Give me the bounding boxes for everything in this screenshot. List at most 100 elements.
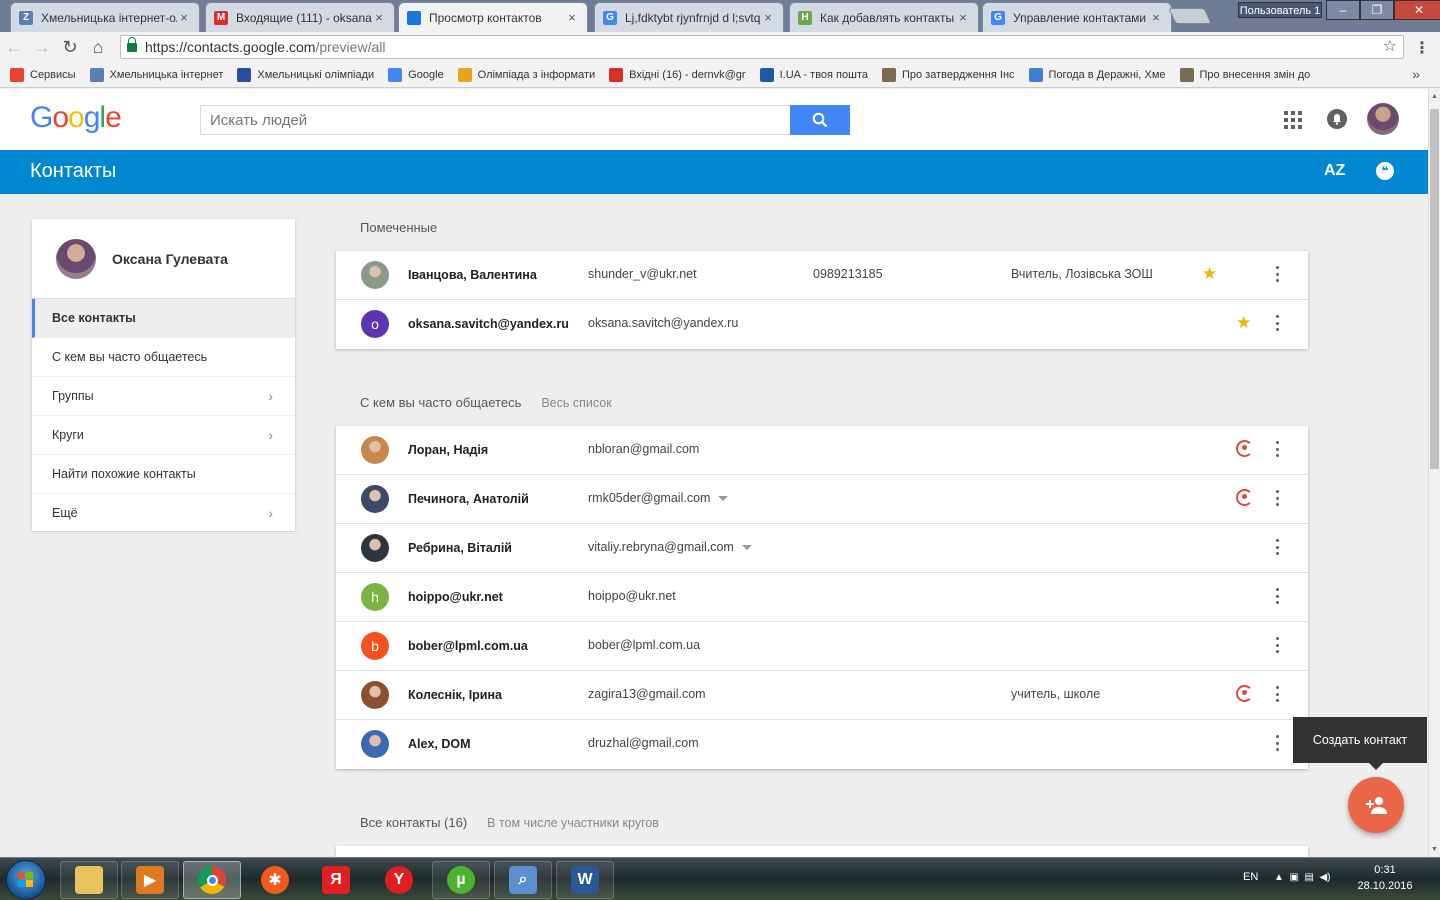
create-contact-button[interactable] — [1348, 777, 1404, 833]
more-options-icon[interactable] — [1276, 266, 1280, 282]
reload-icon[interactable]: ↻ — [56, 37, 84, 58]
contact-row[interactable]: b bober@lpml.com.ua bober@lpml.com.ua — [336, 622, 1308, 671]
tab-close-icon[interactable]: × — [1149, 10, 1163, 25]
taskbar-media-app[interactable]: ✱ — [246, 861, 304, 899]
search-input[interactable] — [200, 105, 790, 135]
contact-row[interactable]: Іванцова, Валентина shunder_v@ukr.net 0989… — [336, 251, 1308, 300]
browser-tab[interactable]: Z Хмельницька інтернет-ол × — [10, 2, 200, 32]
scroll-up-arrow-icon[interactable]: ▲ — [1431, 93, 1438, 100]
scroll-down-arrow-icon[interactable]: ▼ — [1431, 846, 1438, 853]
more-options-icon[interactable] — [1276, 490, 1280, 506]
tab-close-icon[interactable]: × — [177, 10, 191, 25]
taskbar-explorer[interactable] — [60, 861, 118, 899]
close-window-button[interactable]: ✕ — [1394, 0, 1440, 20]
sidebar-item-label: Ещё — [52, 506, 78, 520]
tab-close-icon[interactable]: × — [372, 10, 386, 25]
star-icon[interactable]: ★ — [1202, 264, 1217, 284]
bookmark-item[interactable]: Хмельницькі олімпіади — [237, 67, 374, 82]
start-button[interactable] — [6, 860, 46, 900]
taskbar-search-tool[interactable]: ⌕ — [494, 861, 552, 899]
forward-icon[interactable]: → — [28, 37, 56, 58]
sidebar-item[interactable]: С кем вы часто общаетесь — [32, 338, 295, 377]
system-tray-icons[interactable]: ▲ ▣ ▤ ◀) — [1274, 872, 1330, 883]
browser-tab[interactable]: G Lj,fdktybt rjynfrnjd d l;svtq × — [594, 2, 784, 32]
star-icon[interactable]: ★ — [1236, 313, 1251, 333]
feedback-icon[interactable]: ❝ — [1376, 162, 1394, 180]
more-options-icon[interactable] — [1276, 588, 1280, 604]
more-options-icon[interactable] — [1276, 539, 1280, 555]
contact-row[interactable]: h hoippo@ukr.net hoippo@ukr.net — [336, 573, 1308, 622]
taskbar-clock[interactable]: 0:31 28.10.2016 — [1350, 862, 1420, 894]
more-options-icon[interactable] — [1276, 441, 1280, 457]
more-options-icon[interactable] — [1276, 735, 1280, 751]
clock-time: 0:31 — [1374, 864, 1396, 876]
bookmark-item[interactable]: I.UA - твоя пошта — [759, 67, 868, 82]
bookmark-item[interactable]: Вхідні (16) - dernvk@gr — [609, 67, 746, 82]
more-options-icon[interactable] — [1276, 315, 1280, 331]
browser-tab[interactable]: H Как добавлять контакты в × — [789, 2, 979, 32]
bookmark-star-icon[interactable]: ☆ — [1383, 36, 1397, 56]
contacts-app-bar: Контакты AZ ❝ — [0, 150, 1428, 194]
search-button[interactable] — [790, 105, 850, 135]
account-avatar[interactable] — [1367, 103, 1399, 135]
contact-row[interactable]: Alex, DOM druzhal@gmail.com — [336, 720, 1308, 769]
profile-button[interactable]: Пользователь 1 — [1238, 2, 1322, 18]
include-circles-link[interactable]: В том числе участники кругов — [487, 816, 659, 830]
sidebar-item[interactable]: Найти похожие контакты — [32, 455, 295, 494]
tab-close-icon[interactable]: × — [565, 10, 579, 25]
google-logo[interactable]: Google — [30, 101, 122, 135]
new-tab-button[interactable] — [1168, 8, 1212, 24]
email-dropdown-icon[interactable] — [718, 496, 729, 502]
sort-az-icon[interactable]: AZ — [1324, 162, 1345, 180]
page-scrollbar[interactable]: ▲ ▼ — [1428, 89, 1440, 857]
back-icon[interactable]: ← — [0, 37, 28, 58]
taskbar-media-player[interactable]: ▶ — [121, 861, 179, 899]
chrome-menu-icon[interactable]: ⋮ — [1414, 38, 1430, 58]
browser-tab[interactable]: M Входящие (111) - oksanah × — [205, 2, 395, 32]
bookmark-item[interactable]: Хмельницька інтернет — [89, 67, 223, 82]
browser-tab[interactable]: G Управление контактами - × — [982, 2, 1172, 32]
sidebar-item[interactable]: Ещё › — [32, 494, 295, 533]
bookmark-item[interactable]: Про внесення змін до — [1179, 67, 1310, 82]
tab-close-icon[interactable]: × — [956, 10, 970, 25]
taskbar-yandex[interactable]: Y — [370, 861, 428, 899]
minimize-button[interactable]: – — [1326, 0, 1360, 20]
home-icon[interactable]: ⌂ — [84, 37, 112, 58]
bookmark-item[interactable]: Сервисы — [10, 67, 76, 82]
logo-letter: e — [105, 101, 122, 134]
tab-close-icon[interactable]: × — [761, 10, 775, 25]
contact-row[interactable]: Лоран, Надія nbloran@gmail.com — [336, 426, 1308, 475]
address-bar[interactable]: https://contacts.google.com/preview/all … — [120, 35, 1404, 59]
contact-row[interactable]: o oksana.savitch@yandex.ru oksana.savitch@… — [336, 300, 1308, 349]
user-name: Оксана Гулевата — [112, 250, 228, 267]
more-options-icon[interactable] — [1276, 637, 1280, 653]
bookmark-item[interactable]: Погода в Деражні, Хме — [1028, 67, 1166, 82]
email-dropdown-icon[interactable] — [741, 545, 752, 551]
taskbar-utorrent[interactable]: µ — [432, 861, 490, 899]
bookmark-item[interactable]: Про затвердження Інс — [881, 67, 1015, 82]
all-contacts-heading-text: Все контакты (16) — [360, 815, 468, 830]
more-options-icon[interactable] — [1276, 686, 1280, 702]
language-indicator[interactable]: EN — [1243, 871, 1258, 883]
taskbar-yandex-browser[interactable]: Я — [307, 861, 365, 899]
contact-row[interactable]: Печинога, Анатолій rmk05der@gmail.com — [336, 475, 1308, 524]
notifications-bell-icon[interactable] — [1327, 109, 1347, 129]
scrollbar-thumb[interactable] — [1430, 109, 1439, 469]
view-all-link[interactable]: Весь список — [541, 396, 611, 410]
bookmark-item[interactable]: Олімпіада з інформати — [457, 67, 595, 82]
contact-email-text: bober@lpml.com.ua — [588, 638, 701, 652]
sidebar-item[interactable]: Группы › — [32, 377, 295, 416]
bookmark-item[interactable]: Google — [388, 67, 444, 82]
contact-row[interactable]: Ребрина, Віталій vitaliy.rebryna@gmail.co… — [336, 524, 1308, 573]
utorrent-icon: µ — [447, 866, 475, 894]
taskbar-word[interactable]: W — [556, 861, 614, 899]
sidebar-item[interactable]: Все контакты — [32, 299, 295, 338]
contact-row[interactable]: Колеснік, Ірина zagira13@gmail.com учитель… — [336, 671, 1308, 720]
maximize-button[interactable]: ❐ — [1360, 0, 1394, 20]
apps-grid-icon[interactable] — [1284, 111, 1302, 129]
browser-tab[interactable]: 👤 Просмотр контактов × — [398, 2, 588, 32]
bookmark-favicon-icon — [89, 67, 104, 82]
sidebar-item[interactable]: Круги › — [32, 416, 295, 455]
taskbar-chrome[interactable] — [183, 861, 241, 899]
bookmarks-overflow-icon[interactable]: » — [1412, 66, 1420, 82]
